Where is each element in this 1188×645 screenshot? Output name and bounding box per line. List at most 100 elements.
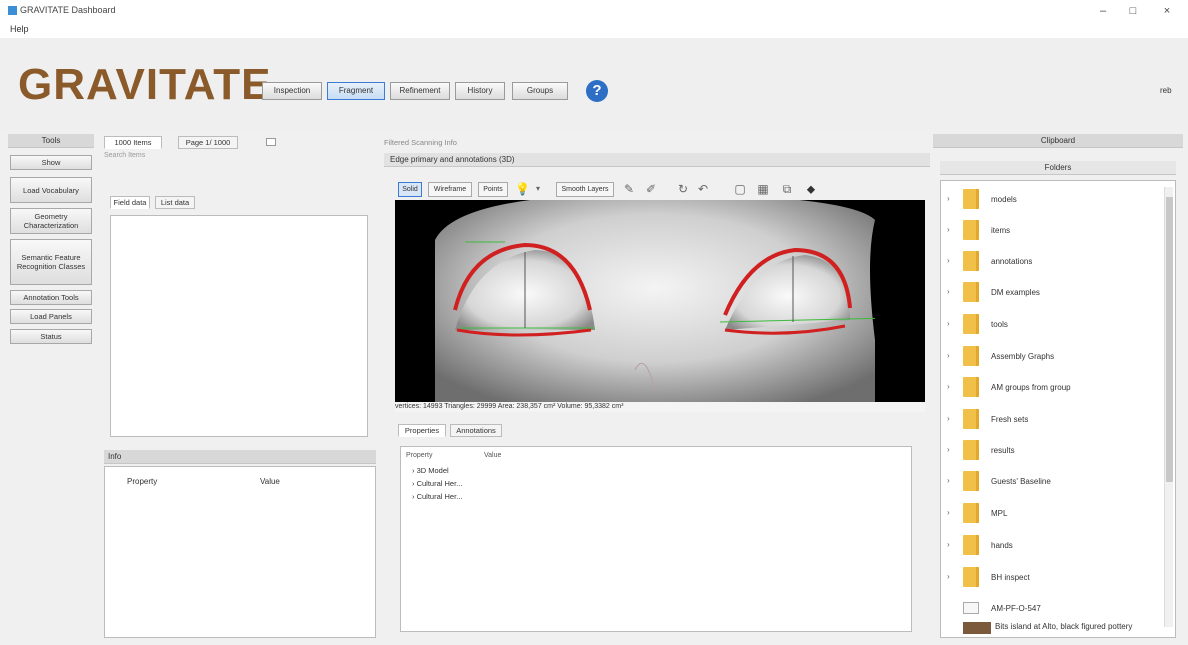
tab-properties[interactable]: Properties xyxy=(398,424,446,437)
tag-icon[interactable]: ⬥ xyxy=(804,181,818,197)
tab-page[interactable]: Page 1/ 1000 xyxy=(178,136,238,149)
rotate-icon[interactable]: ↻ xyxy=(676,181,690,197)
scrollbar-thumb[interactable] xyxy=(1166,197,1173,482)
tab-field-data[interactable]: Field data xyxy=(110,196,150,209)
nav-groups[interactable]: Groups xyxy=(512,82,568,100)
show-button[interactable]: Show xyxy=(10,155,92,170)
folder-label: Assembly Graphs xyxy=(991,352,1055,361)
nav-history[interactable]: History xyxy=(455,82,505,100)
smooth-layers-button[interactable]: Smooth Layers xyxy=(556,182,614,197)
load-panels-button[interactable]: Load Panels xyxy=(10,309,92,324)
folder-item[interactable]: › items xyxy=(945,216,1160,246)
tab-annotations[interactable]: Annotations xyxy=(450,424,502,437)
folder-icon xyxy=(963,377,979,397)
folder-item[interactable]: › hands xyxy=(945,531,1160,561)
expand-icon[interactable]: › xyxy=(947,476,950,485)
grid-icon[interactable]: ▦ xyxy=(756,181,770,197)
expand-icon[interactable]: › xyxy=(947,382,950,391)
points-button[interactable]: Points xyxy=(478,182,508,197)
select-box-icon[interactable]: ▢ xyxy=(733,181,747,197)
minimize-button[interactable]: – xyxy=(1092,4,1114,18)
folder-label: BH inspect xyxy=(991,573,1030,582)
folder-item[interactable]: › Guests' Baseline xyxy=(945,467,1160,497)
gravitate-logo: GRAVITATE xyxy=(18,60,272,109)
properties-tree[interactable] xyxy=(400,446,912,632)
expand-icon[interactable]: › xyxy=(947,287,950,296)
geometry-characterization-button[interactable]: Geometry Characterization xyxy=(10,208,92,234)
expand-icon[interactable]: › xyxy=(947,256,950,265)
info-table: Property Value xyxy=(104,466,376,638)
title-bar: GRAVITATE Dashboard – □ × xyxy=(0,0,1188,22)
expand-icon[interactable]: › xyxy=(947,572,950,581)
folder-icon xyxy=(963,440,979,460)
maximize-button[interactable]: □ xyxy=(1122,4,1144,18)
prop-column-property: Property xyxy=(406,452,433,459)
expand-icon[interactable]: › xyxy=(947,319,950,328)
expand-icon[interactable]: › xyxy=(947,540,950,549)
expand-icon[interactable]: › xyxy=(947,225,950,234)
tree-item-cultural-1[interactable]: › Cultural Her... xyxy=(412,479,462,488)
solid-button[interactable]: Solid xyxy=(398,182,422,197)
clipboard-header: Clipboard xyxy=(933,134,1183,148)
expand-icon[interactable]: › xyxy=(947,351,950,360)
tree-item-label: Cultural Her... xyxy=(416,479,463,488)
image-thumbnail-icon xyxy=(963,622,991,634)
menu-help[interactable]: Help xyxy=(10,24,29,34)
folder-label: tools xyxy=(991,320,1008,329)
copy-icon[interactable]: ⧉ xyxy=(780,181,794,197)
folder-label: models xyxy=(991,195,1017,204)
expand-icon[interactable]: › xyxy=(947,445,950,454)
filter-checkbox[interactable] xyxy=(266,138,276,146)
pen-icon[interactable]: ✎ xyxy=(622,181,636,197)
folder-item[interactable]: › results xyxy=(945,436,1160,466)
folder-item[interactable]: › models xyxy=(945,185,1160,215)
load-vocabulary-button[interactable]: Load Vocabulary xyxy=(10,177,92,203)
tree-item-cultural-2[interactable]: › Cultural Her... xyxy=(412,492,462,501)
column-property: Property xyxy=(127,477,158,486)
folder-item[interactable]: › AM groups from group xyxy=(945,373,1160,403)
lightbulb-icon[interactable]: 💡 xyxy=(515,181,530,197)
folder-icon xyxy=(963,567,979,587)
folder-scrollbar[interactable] xyxy=(1164,187,1173,627)
folder-label: items xyxy=(991,226,1011,235)
close-button[interactable]: × xyxy=(1156,4,1178,18)
folder-icon xyxy=(963,471,979,491)
list-area[interactable] xyxy=(110,215,368,437)
folder-icon xyxy=(963,535,979,555)
3d-viewer[interactable] xyxy=(395,200,925,402)
tab-list-data[interactable]: List data xyxy=(155,196,195,209)
folder-item[interactable]: › MPL xyxy=(945,499,1160,529)
folder-icon xyxy=(963,220,979,240)
pencil-icon[interactable]: ✐ xyxy=(644,181,658,197)
window-title: GRAVITATE Dashboard xyxy=(20,5,116,15)
user-label: reb xyxy=(1160,86,1172,95)
folder-label: annotations xyxy=(991,257,1033,266)
nav-fragment[interactable]: Fragment xyxy=(327,82,385,100)
file-label: Bits island at Alto, black figured potte… xyxy=(995,622,1133,631)
undo-icon[interactable]: ↶ xyxy=(696,181,710,197)
folder-item[interactable]: › Fresh sets xyxy=(945,405,1160,435)
help-icon[interactable]: ? xyxy=(586,80,608,102)
expand-icon[interactable]: › xyxy=(947,508,950,517)
tab-items[interactable]: 1000 Items xyxy=(104,136,162,149)
expand-icon[interactable]: › xyxy=(947,414,950,423)
folder-item[interactable]: › BH inspect xyxy=(945,563,1160,593)
semantic-feature-button[interactable]: Semantic Feature Recognition Classes xyxy=(10,239,92,285)
annotation-tools-button[interactable]: Annotation Tools xyxy=(10,290,92,305)
nav-inspection[interactable]: Inspection xyxy=(262,82,322,100)
expand-icon[interactable]: › xyxy=(947,194,950,203)
folder-item[interactable]: › Assembly Graphs xyxy=(945,342,1160,372)
folder-item[interactable]: › DM examples xyxy=(945,278,1160,308)
file-item[interactable]: Bits island at Alto, black figured potte… xyxy=(945,618,1160,638)
folder-item[interactable]: › annotations xyxy=(945,247,1160,277)
wireframe-button[interactable]: Wireframe xyxy=(428,182,472,197)
light-dropdown-icon[interactable]: ▾ xyxy=(531,181,545,197)
folder-item[interactable]: › tools xyxy=(945,310,1160,340)
folder-icon xyxy=(963,251,979,271)
folder-label: DM examples xyxy=(991,288,1040,297)
nav-refinement[interactable]: Refinement xyxy=(390,82,450,100)
folder-icon xyxy=(963,282,979,302)
filtered-scanning-label: Filtered Scanning Info xyxy=(384,138,457,147)
status-button[interactable]: Status xyxy=(10,329,92,344)
tree-item-3d-model[interactable]: › 3D Model xyxy=(412,466,449,475)
